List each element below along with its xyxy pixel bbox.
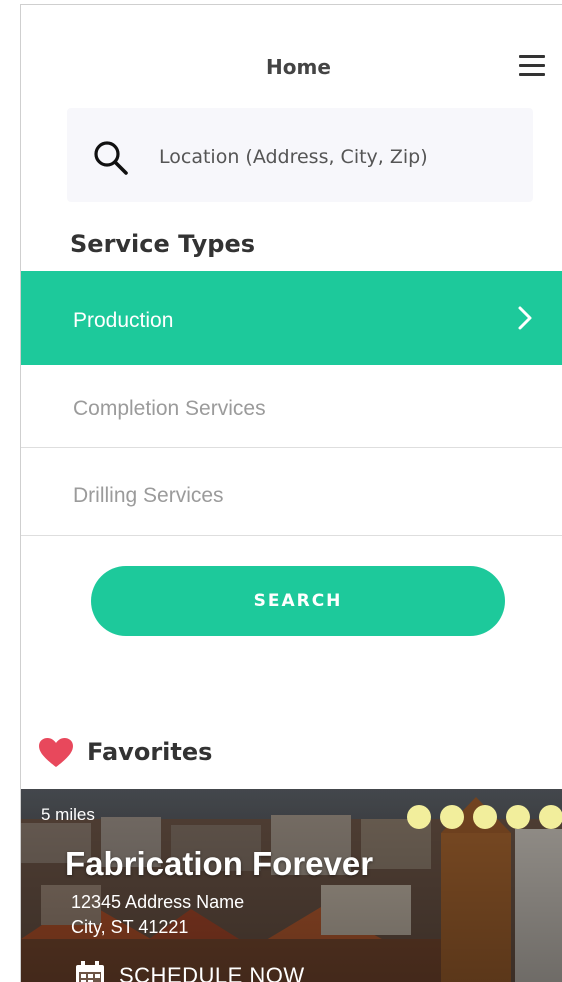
service-item-completion-services[interactable]: Completion Services — [21, 365, 562, 448]
calendar-icon — [76, 961, 104, 982]
favorite-card[interactable]: 5 miles Fabrication Forever 12345 Addres… — [21, 789, 562, 982]
service-types-heading: Service Types — [70, 230, 256, 258]
search-placeholder: Location (Address, City, Zip) — [159, 146, 428, 168]
menu-icon[interactable] — [519, 55, 545, 77]
search-button[interactable]: SEARCH — [91, 566, 505, 636]
business-name: Fabrication Forever — [65, 845, 374, 882]
rating-dot — [473, 805, 497, 829]
app-screen: Home Location (Address, City, Zip) Servi… — [20, 4, 562, 982]
search-icon — [94, 141, 128, 175]
rating-dot — [407, 805, 431, 829]
address-line-2: City, ST 41221 — [71, 917, 189, 937]
service-item-label: Production — [73, 309, 174, 332]
page-title: Home — [266, 55, 331, 79]
rating-dot — [539, 805, 562, 829]
favorites-title: Favorites — [87, 738, 213, 766]
schedule-now-label: SCHEDULE NOW — [119, 963, 305, 982]
service-item-label: Completion Services — [73, 397, 266, 420]
rating-dot — [506, 805, 530, 829]
chevron-right-icon — [518, 306, 532, 330]
distance-label: 5 miles — [41, 805, 95, 824]
location-search-field[interactable]: Location (Address, City, Zip) — [67, 108, 533, 202]
heart-icon — [39, 738, 73, 767]
rating-dot — [440, 805, 464, 829]
address-line-1: 12345 Address Name — [71, 892, 245, 912]
service-item-production[interactable]: Production — [21, 271, 562, 365]
service-item-drilling-services[interactable]: Drilling Services — [21, 448, 562, 536]
service-item-label: Drilling Services — [73, 484, 224, 507]
